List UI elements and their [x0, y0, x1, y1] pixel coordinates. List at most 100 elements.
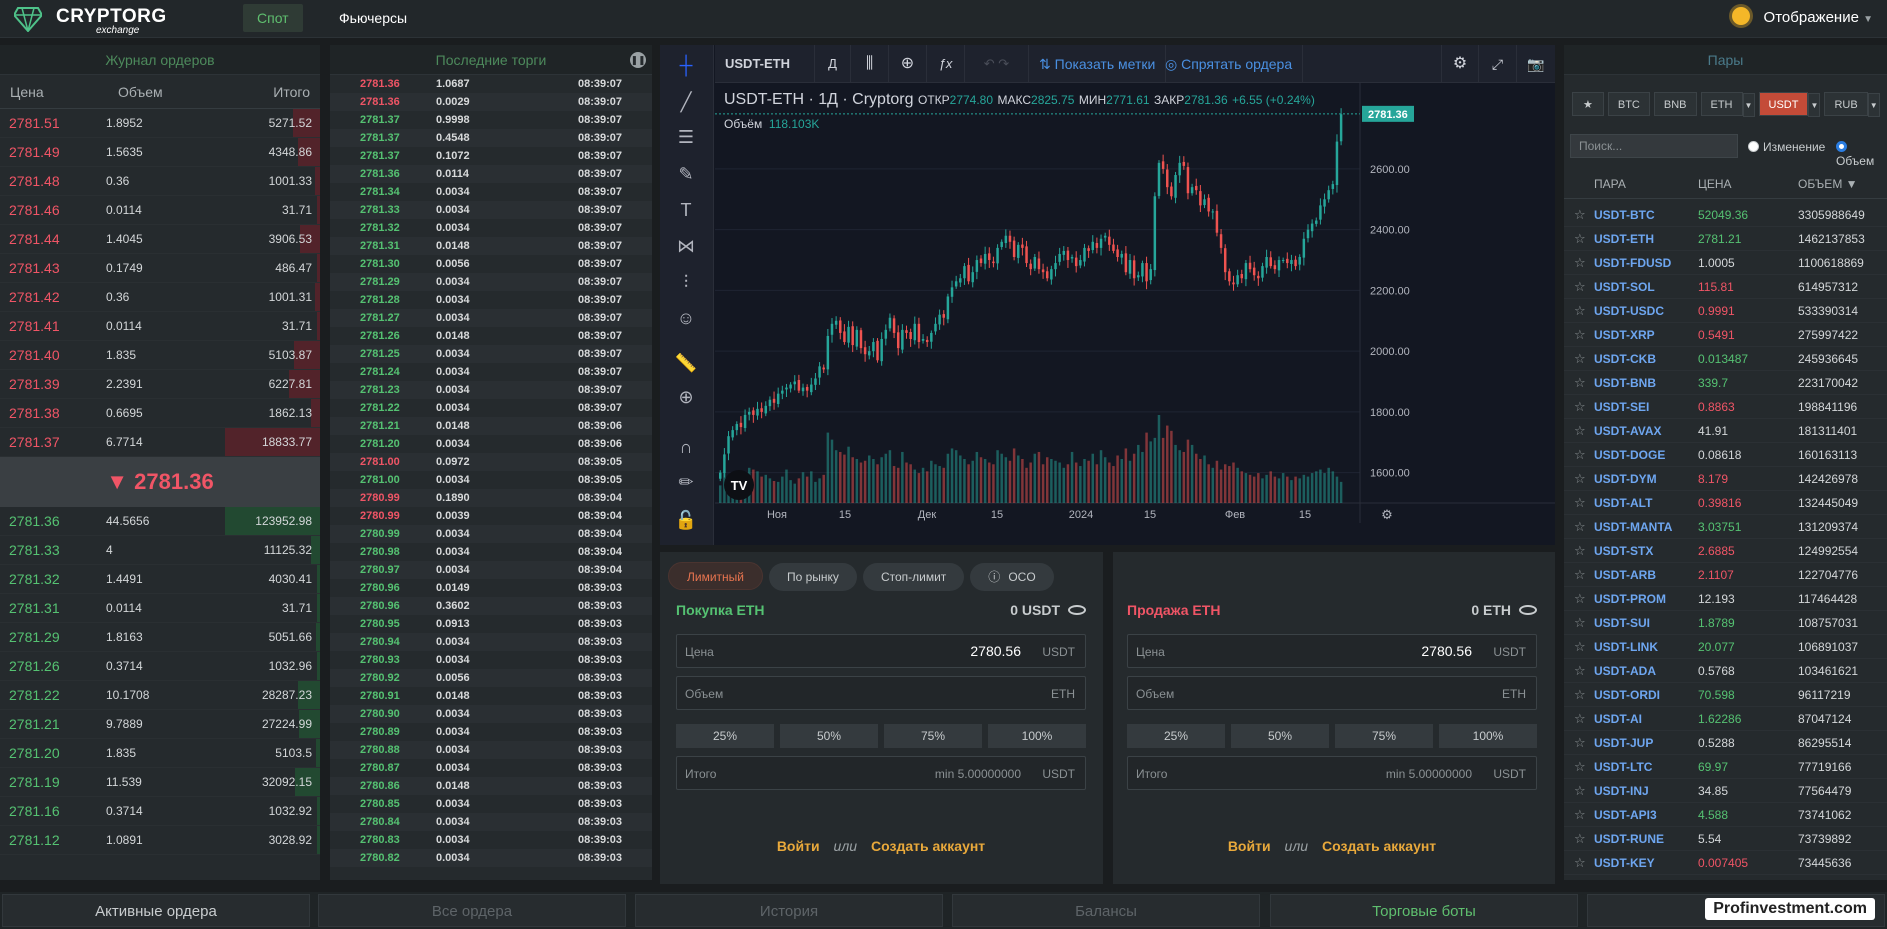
tab-limit[interactable]: Лимитный: [668, 562, 763, 590]
ask-row[interactable]: 2781.51 1.8952 5271.52: [0, 109, 320, 138]
lock-drawing-icon[interactable]: ✏: [674, 470, 698, 494]
tab-trading-bots[interactable]: Торговые боты: [1270, 894, 1578, 927]
bid-row[interactable]: 2781.32 1.4491 4030.41: [0, 565, 320, 594]
sell-total-field[interactable]: Итого min 5.00000000 USDT: [1127, 756, 1537, 790]
pair-row[interactable]: ☆ USDT-DYM 8.179 142426978: [1564, 467, 1887, 491]
bid-row[interactable]: 2781.20 1.835 5103.5: [0, 739, 320, 768]
star-icon[interactable]: ☆: [1574, 635, 1586, 659]
star-icon[interactable]: ☆: [1574, 323, 1586, 347]
pair-row[interactable]: ☆ USDT-MANTA 3.03751 131209374: [1564, 515, 1887, 539]
pair-row[interactable]: ☆ USDT-SUI 1.8789 108757031: [1564, 611, 1887, 635]
register-link[interactable]: Создать аккаунт: [1322, 838, 1436, 854]
candles-icon[interactable]: ⫼: [851, 45, 889, 83]
camera-icon[interactable]: 📷: [1517, 45, 1555, 83]
pair-row[interactable]: ☆ USDT-BNB 339.7 223170042: [1564, 371, 1887, 395]
sun-icon[interactable]: [1731, 7, 1750, 25]
login-link[interactable]: Войти: [777, 838, 820, 854]
buy-total-field[interactable]: Итого min 5.00000000 USDT: [676, 756, 1086, 790]
add-indicator-icon[interactable]: ⊕: [889, 45, 927, 83]
text-icon[interactable]: T: [674, 198, 698, 222]
ask-row[interactable]: 2781.49 1.5635 4348.86: [0, 138, 320, 167]
star-icon[interactable]: ☆: [1574, 731, 1586, 755]
pair-row[interactable]: ☆ USDT-ETH 2781.21 1462137853: [1564, 227, 1887, 251]
bid-row[interactable]: 2781.16 0.3714 1032.92: [0, 797, 320, 826]
fullscreen-icon[interactable]: ⤢: [1479, 45, 1517, 83]
buy-amount-field[interactable]: Объем ETH: [676, 676, 1086, 710]
register-link[interactable]: Создать аккаунт: [871, 838, 985, 854]
star-icon[interactable]: ☆: [1574, 851, 1586, 875]
star-icon[interactable]: ☆: [1574, 563, 1586, 587]
bid-row[interactable]: 2781.26 0.3714 1032.96: [0, 652, 320, 681]
nav-futures[interactable]: Фьючерсы: [325, 4, 421, 32]
col-pair[interactable]: ПАРА: [1594, 169, 1626, 199]
trendline-icon[interactable]: ╱: [674, 90, 698, 114]
tab-active-orders[interactable]: Активные ордера: [2, 894, 310, 927]
brush-icon[interactable]: ✎: [674, 162, 698, 186]
ruler-icon[interactable]: 📏: [674, 351, 698, 375]
star-icon[interactable]: ☆: [1574, 443, 1586, 467]
tab-eth[interactable]: ETH: [1700, 92, 1743, 116]
star-icon[interactable]: ☆: [1574, 491, 1586, 515]
bid-row[interactable]: 2781.19 11.539 32092.15: [0, 768, 320, 797]
sell-100-button[interactable]: 100%: [1439, 724, 1537, 748]
pair-row[interactable]: ☆ USDT-STX 2.6885 124992554: [1564, 539, 1887, 563]
col-price[interactable]: ЦЕНА: [1698, 169, 1732, 199]
tab-market[interactable]: По рынку: [768, 563, 857, 591]
star-icon[interactable]: ☆: [1574, 803, 1586, 827]
pattern-icon[interactable]: ⋈: [674, 234, 698, 258]
star-icon[interactable]: ☆: [1574, 587, 1586, 611]
buy-50-button[interactable]: 50%: [780, 724, 878, 748]
ask-row[interactable]: 2781.41 0.0114 31.71: [0, 312, 320, 341]
ask-row[interactable]: 2781.40 1.835 5103.87: [0, 341, 320, 370]
star-icon[interactable]: ☆: [1574, 467, 1586, 491]
tab-balances[interactable]: Балансы: [952, 894, 1260, 927]
interval-selector[interactable]: Д: [815, 45, 851, 83]
pairs-search-input[interactable]: Поиск...: [1570, 134, 1738, 158]
bid-row[interactable]: 2781.29 1.8163 5051.66: [0, 623, 320, 652]
buy-75-button[interactable]: 75%: [884, 724, 982, 748]
star-icon[interactable]: ☆: [1574, 683, 1586, 707]
nav-spot[interactable]: Спот: [243, 4, 303, 32]
star-icon[interactable]: ☆: [1574, 395, 1586, 419]
ask-row[interactable]: 2781.42 0.36 1001.31: [0, 283, 320, 312]
pair-row[interactable]: ☆ USDT-SOL 115.81 614957312: [1564, 275, 1887, 299]
chevron-down-icon[interactable]: ▼: [1808, 93, 1821, 117]
function-icon[interactable]: ƒx: [927, 45, 965, 83]
sell-price-field[interactable]: Цена 2780.56 USDT: [1127, 634, 1537, 668]
pair-row[interactable]: ☆ USDT-LINK 20.077 106891037: [1564, 635, 1887, 659]
settings-icon[interactable]: ⚙: [1441, 45, 1479, 83]
pause-icon[interactable]: ❚❚: [630, 52, 646, 68]
ask-row[interactable]: 2781.43 0.1749 486.47: [0, 254, 320, 283]
ask-row[interactable]: 2781.39 2.2391 6227.81: [0, 370, 320, 399]
sell-50-button[interactable]: 50%: [1231, 724, 1329, 748]
bid-row[interactable]: 2781.33 4 11125.32: [0, 536, 320, 565]
bid-row[interactable]: 2781.31 0.0114 31.71: [0, 594, 320, 623]
pair-row[interactable]: ☆ USDT-CKB 0.013487 245936645: [1564, 347, 1887, 371]
login-link[interactable]: Войти: [1228, 838, 1271, 854]
pair-row[interactable]: ☆ USDT-KEY 0.007405 73445636: [1564, 851, 1887, 875]
crosshair-icon[interactable]: ┼: [674, 53, 698, 77]
buy-25-button[interactable]: 25%: [676, 724, 774, 748]
col-volume[interactable]: ОБЪЕМ ▼: [1798, 169, 1858, 199]
pair-row[interactable]: ☆ USDT-RUNE 5.54 73739892: [1564, 827, 1887, 851]
star-icon[interactable]: ☆: [1574, 299, 1586, 323]
emoji-icon[interactable]: ☺: [674, 306, 698, 330]
ask-row[interactable]: 2781.46 0.0114 31.71: [0, 196, 320, 225]
pair-row[interactable]: ☆ USDT-JUP 0.5288 86295514: [1564, 731, 1887, 755]
buy-price-field[interactable]: Цена 2780.56 USDT: [676, 634, 1086, 668]
zoom-in-icon[interactable]: ⊕: [674, 385, 698, 409]
bid-row[interactable]: 2781.36 44.5656 123952.98: [0, 507, 320, 536]
bid-row[interactable]: 2781.12 1.0891 3028.92: [0, 826, 320, 855]
star-icon[interactable]: ☆: [1574, 707, 1586, 731]
tab-rub[interactable]: RUB: [1824, 92, 1868, 116]
pair-row[interactable]: ☆ USDT-USDC 0.9991 533390314: [1564, 299, 1887, 323]
pair-row[interactable]: ☆ USDT-API3 4.588 73741062: [1564, 803, 1887, 827]
tab-all-orders[interactable]: Все ордера: [318, 894, 626, 927]
star-icon[interactable]: ☆: [1574, 347, 1586, 371]
star-icon[interactable]: ☆: [1574, 275, 1586, 299]
tab-oco[interactable]: ⓘ OCO: [970, 563, 1054, 591]
star-icon[interactable]: ☆: [1574, 419, 1586, 443]
favorites-star-icon[interactable]: ★: [1572, 92, 1604, 116]
star-icon[interactable]: ☆: [1574, 203, 1586, 227]
pair-row[interactable]: ☆ USDT-SEI 0.8863 198841196: [1564, 395, 1887, 419]
